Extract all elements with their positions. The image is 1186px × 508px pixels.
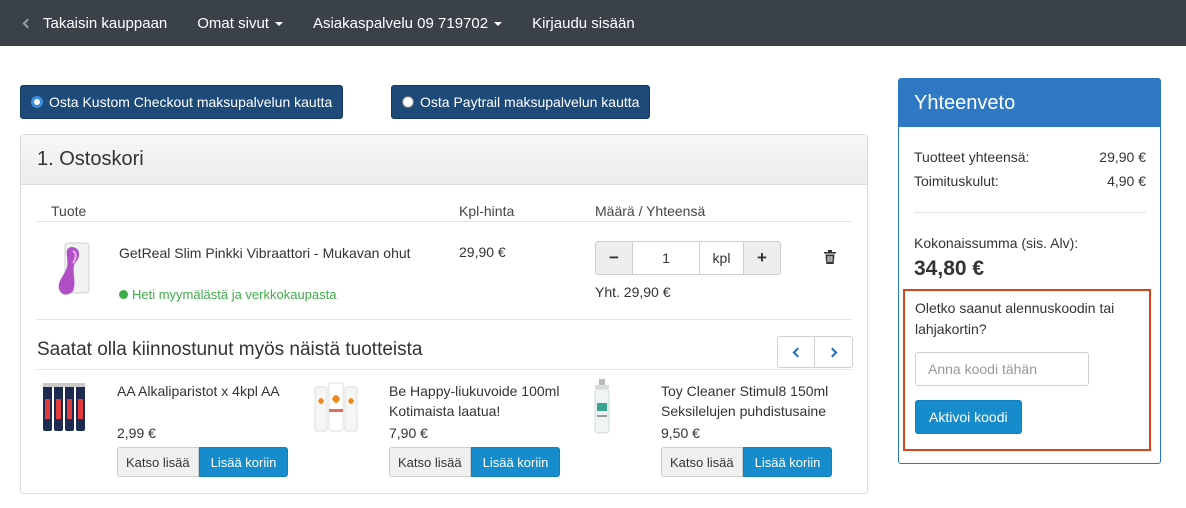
nav-login-label: Kirjaudu sisään [532,14,635,32]
product-thumbnail[interactable] [585,379,633,435]
stock-status: Heti myymälästä ja verkkokaupasta [119,287,336,302]
coupon-box: Oletko saanut alennuskoodin tai lahjakor… [903,289,1151,451]
summary-panel: Yhteenveto Tuotteet yhteensä: 29,90 € To… [898,78,1161,464]
radio-icon[interactable] [31,96,43,108]
coupon-question: Oletko saanut alennuskoodin tai lahjakor… [915,300,1115,337]
unit-price: 29,90 € [459,244,506,260]
shipping-label: Toimituskulut: [914,173,999,189]
carousel-arrows [777,336,853,368]
radio-icon[interactable] [402,96,414,108]
divider [37,319,852,320]
column-qty-total: Määrä / Yhteensä [595,203,706,219]
carousel-prev-button[interactable] [777,336,815,368]
column-product: Tuote [51,203,87,219]
chevron-right-icon [827,347,837,357]
view-more-button[interactable]: Katso lisää [661,447,743,477]
quantity-unit: kpl [699,241,743,275]
column-unit-price: Kpl-hinta [459,203,515,219]
divider [37,369,852,370]
increase-quantity-button[interactable]: + [743,241,781,275]
product-thumbnail[interactable] [313,379,361,435]
caret-down-icon [494,22,503,26]
recommendation-name[interactable]: Toy Cleaner Stimul8 150ml Seksilelujen p… [661,381,851,421]
nav-account-label: Omat sivut [197,14,269,32]
stock-dot-icon [119,290,128,299]
recommendation-price: 2,99 € [117,425,156,441]
view-more-button[interactable]: Katso lisää [389,447,471,477]
chevron-left-icon [792,347,803,357]
grand-total-value: 34,80 € [914,257,985,280]
recommendation-actions: Katso lisää Lisää koriin [661,447,833,477]
summary-title: Yhteenveto [899,79,1160,127]
cart-panel: 1. Ostoskori Tuote Kpl-hinta Määrä / Yht… [20,134,868,494]
chevron-left-icon [22,18,33,28]
payment-paytrail-label: Osta Paytrail maksupalvelun kautta [420,94,640,110]
decrease-quantity-button[interactable]: − [595,241,633,275]
payment-kustom-button[interactable]: Osta Kustom Checkout maksupalvelun kautt… [20,85,344,119]
recommendation-name[interactable]: AA Alkaliparistot x 4kpl AA [117,381,307,401]
nav-login[interactable]: Kirjaudu sisään [517,0,650,46]
divider [914,212,1146,213]
summary-products-row: Tuotteet yhteensä: 29,90 € [914,149,1146,165]
divider [37,221,852,222]
recommendation-price: 7,90 € [389,425,428,441]
quantity-stepper: − kpl + [595,241,781,275]
recommendation-card: Toy Cleaner Stimul8 150ml Seksilelujen p… [585,379,845,479]
coupon-input[interactable] [915,352,1089,386]
activate-coupon-button[interactable]: Aktivoi koodi [915,400,1022,434]
product-name[interactable]: GetReal Slim Pinkki Vibraattori - Mukava… [119,243,429,263]
summary-shipping-row: Toimituskulut: 4,90 € [914,173,1146,189]
top-nav: Takaisin kauppaan Omat sivut Asiakaspalv… [0,0,1186,46]
recommendation-actions: Katso lisää Lisää koriin [117,447,289,477]
payment-kustom-label: Osta Kustom Checkout maksupalvelun kautt… [49,94,333,110]
products-total-value: 29,90 € [1099,149,1146,165]
nav-my-account[interactable]: Omat sivut [182,0,298,46]
stock-label: Heti myymälästä ja verkkokaupasta [132,287,337,302]
recommendation-card: Be Happy-liukuvoide 100ml Kotimaista laa… [313,379,573,479]
add-to-cart-button[interactable]: Lisää koriin [470,447,561,477]
nav-customer-service[interactable]: Asiakaspalvelu 09 719702 [298,0,517,46]
view-more-button[interactable]: Katso lisää [117,447,199,477]
nav-back-label: Takaisin kauppaan [43,14,168,32]
cart-title: 1. Ostoskori [21,135,867,185]
product-image[interactable] [51,241,95,299]
line-total: Yht. 29,90 € [595,284,671,300]
caret-down-icon [274,22,283,26]
nav-support-label: Asiakaspalvelu 09 719702 [312,14,489,32]
recommendations-title: Saatat olla kiinnostunut myös näistä tuo… [37,339,423,360]
payment-paytrail-button[interactable]: Osta Paytrail maksupalvelun kautta [391,85,651,119]
recommendation-card: AA Alkaliparistot x 4kpl AA 2,99 € Katso… [41,379,301,479]
carousel-next-button[interactable] [815,336,853,368]
recommendation-name[interactable]: Be Happy-liukuvoide 100ml Kotimaista laa… [389,381,579,421]
recommendation-actions: Katso lisää Lisää koriin [389,447,561,477]
nav-back-to-shop[interactable]: Takaisin kauppaan [43,0,182,46]
quantity-input[interactable] [633,241,699,275]
add-to-cart-button[interactable]: Lisää koriin [742,447,833,477]
product-thumbnail[interactable] [41,379,89,435]
grand-total-label: Kokonaissumma (sis. Alv): [914,235,1079,251]
recommendation-price: 9,50 € [661,425,700,441]
trash-icon[interactable] [824,250,836,264]
shipping-value: 4,90 € [1107,173,1146,189]
products-total-label: Tuotteet yhteensä: [914,149,1030,165]
add-to-cart-button[interactable]: Lisää koriin [198,447,289,477]
